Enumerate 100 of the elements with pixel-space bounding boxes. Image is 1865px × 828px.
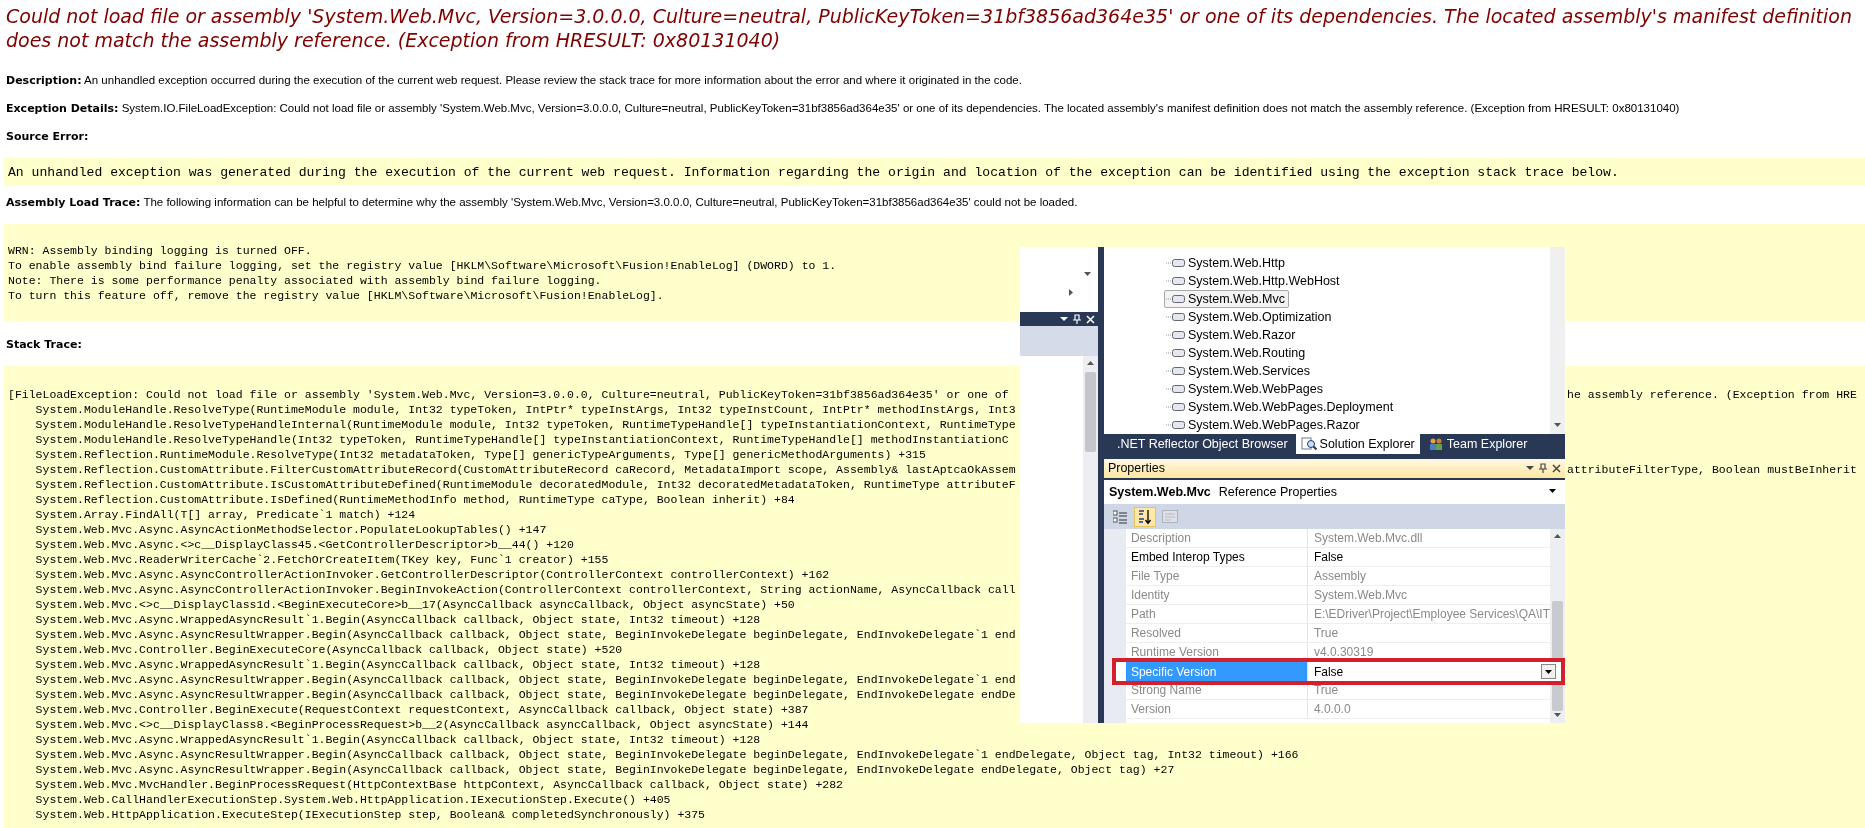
property-name[interactable]: Identity — [1125, 586, 1308, 604]
stack-trace-line: [FileLoadException: Could not load file or assembly 'System.Web.Mvc, Version=3.0.0.0, Culture=neutral, PublicKeyToken=31bf3856ad364e35' or one of — [8, 387, 1009, 402]
tree-item[interactable]: System.Web.WebPages — [1163, 380, 1327, 398]
property-value[interactable]: System.Web.Mvc.dll — [1307, 529, 1550, 547]
reference-icon — [1165, 347, 1186, 359]
stack-trace-line: System.Web.Mvc.Async.AsyncResultWrapper.Begin(AsyncCallback callback, Object state, BeginInvokeDelegate beginDelegate, EndInvokeDelegate endDe — [35, 687, 1016, 702]
object-selector[interactable]: System.Web.Mvc Reference Properties — [1103, 479, 1565, 505]
stack-trace-line: System.Reflection.CustomAttribute.FilterCustomAttributeRecord(CustomAttributeRecord caRecord, MetadataImport scope, Assembly& lastAptcaOkAssem — [35, 462, 1016, 477]
stack-trace-line: he assembly reference. (Exception from HRE — [1567, 387, 1858, 402]
tree-item[interactable]: System.Web.Http — [1163, 254, 1289, 272]
reference-icon — [1165, 257, 1186, 269]
scrollbar[interactable] — [1550, 247, 1565, 434]
stack-trace-line: System.Web.Mvc.Controller.BeginExecute(RequestContext requestContext, AsyncCallback callback, Object state) +387 — [35, 702, 809, 717]
stack-trace-line: System.Web.Mvc.Controller.BeginExecuteCore(AsyncCallback callback, Object state) +520 — [35, 642, 623, 657]
property-name[interactable]: Embed Interop Types — [1125, 548, 1308, 566]
property-value[interactable]: System.Web.Mvc — [1307, 586, 1550, 604]
stack-trace-line: System.Web.Mvc.Async.WrappedAsyncResult`1.Begin(AsyncCallback callback, Object state, Int32 timeout) +128 — [35, 657, 761, 672]
property-name[interactable]: Path — [1125, 605, 1308, 623]
scroll-down-arrow-icon[interactable] — [1553, 711, 1562, 720]
property-name[interactable]: File Type — [1125, 567, 1308, 585]
toolbar-button[interactable] — [1133, 506, 1156, 527]
tree-item[interactable]: System.Web.Razor — [1163, 326, 1300, 344]
scroll-down-arrow-icon[interactable] — [1083, 270, 1093, 279]
magnifier-icon — [1300, 436, 1317, 451]
log-line: To turn this feature off, remove the registry value [HKLM\Software\Microsoft\Fusion!EnableLog]. — [8, 288, 664, 303]
tree-item[interactable]: System.Web.WebPages.Deployment — [1163, 398, 1398, 416]
stack-trace-line: System.Web.Mvc.Async.WrappedAsyncResult`1.Begin(AsyncCallback callback, Object state, Int32 timeout) +128 — [35, 732, 761, 747]
property-value[interactable]: True — [1307, 681, 1550, 699]
stack-trace-line: System.Web.Mvc.Async.AsyncResultWrapper.Begin(AsyncCallback callback, Object state, BeginInvokeDelegate beginDelegate, EndInvokeDelegate`1 endDelegate, Object tag, Int32 timeout) +166 — [35, 747, 1299, 762]
reference-icon — [1165, 275, 1186, 287]
stack-trace-line: System.Reflection.CustomAttribute.IsDefined(RuntimeMethodInfo method, RuntimeType caType, Boolean inherit) +84 — [35, 492, 795, 507]
stack-trace-line: System.Array.FindAll(T[] array, Predicate`1 match) +124 — [35, 507, 416, 522]
categorized-list-icon — [1112, 509, 1127, 524]
error-title: Could not load file or assembly 'System.Web.Mvc, Version=3.0.0.0, Culture=neutral, PublicKeyToken=31bf3856ad364e35' or one of its dependencies. The located assembly's manifest definition does not match the assembly reference. (Exception from HRESULT: 0x80131040) — [6, 4, 1853, 52]
scroll-up-arrow-icon[interactable] — [1553, 532, 1562, 541]
reference-icon — [1165, 311, 1186, 323]
stack-trace-line: System.ModuleHandle.ResolveTypeHandleInternal(RuntimeModule module, Int32 typeToken, RuntimeTypeHandle[] typeInstantiationContext, RuntimeType — [35, 417, 1016, 432]
reference-icon — [1165, 401, 1186, 413]
stack-trace-line: System.Web.Mvc.Async.WrappedAsyncResult`1.Begin(AsyncCallback callback, Object state, Int32 timeout) +128 — [35, 612, 761, 627]
stack-trace-line: System.Web.Mvc.Async.AsyncResultWrapper.Begin(AsyncCallback callback, Object state, BeginInvokeDelegate beginDelegate, EndInvokeDelegate`1 end — [35, 672, 1016, 687]
property-value[interactable]: v4.0.30319 — [1307, 643, 1550, 661]
dropdown-button[interactable] — [1541, 664, 1556, 679]
tree-item[interactable]: System.Web.Services — [1163, 362, 1314, 380]
reference-icon — [1165, 365, 1186, 377]
people-icon — [1427, 436, 1444, 451]
stack-trace-line: System.Web.Mvc.Async.<>c__DisplayClass45.<GetControllerDescriptor>b__44() +120 — [35, 537, 574, 552]
panel-tab[interactable]: .NET Reflector Object Browser — [1111, 434, 1293, 454]
log-line: To enable assembly bind failure logging, set the registry value [HKLM\Software\Microsoft\Fusion!EnableLog] (DWORD) to 1. — [8, 258, 837, 273]
stack-trace-line: System.ModuleHandle.ResolveType(RuntimeModule module, Int32 typeToken, IntPtr* typeInstArgs, Int32 typeInstCount, IntPtr* methodInstArgs, Int3 — [35, 402, 1016, 417]
reference-icon — [1165, 419, 1186, 431]
scrollbar-thumb[interactable] — [1085, 372, 1097, 452]
tree-item[interactable]: System.Web.Mvc — [1163, 290, 1289, 308]
stack-trace-line: attributeFilterType, Boolean mustBeInherit — [1567, 462, 1858, 477]
scroll-down-arrow-icon[interactable] — [1553, 421, 1562, 430]
dropdown-icon[interactable] — [1060, 315, 1069, 323]
tree-item[interactable]: System.Web.Routing — [1163, 344, 1310, 362]
property-name[interactable]: Description — [1125, 529, 1308, 547]
sort-icon — [1137, 508, 1152, 525]
property-name[interactable]: Version — [1125, 700, 1308, 718]
stack-trace-line: System.Web.Mvc.ReaderWriterCache`2.FetchOrCreateItem(TKey key, Func`1 creator) +155 — [35, 552, 609, 567]
property-name[interactable]: Strong Name — [1125, 681, 1308, 699]
detail-text: Description: An unhandled exception occurred during the execution of the current web request. Please review the stack trace for more information about the error and where it originated in the code. — [6, 73, 1023, 87]
stack-trace-line: System.Web.Mvc.<>c__DisplayClass1d.<BeginExecuteCore>b__17(AsyncCallback asyncCallback, Object asyncState) +50 — [35, 597, 795, 612]
property-value[interactable]: False — [1307, 548, 1550, 566]
section-heading: Source Error: — [6, 130, 89, 144]
property-name[interactable]: Resolved — [1125, 624, 1308, 642]
reference-icon — [1165, 329, 1186, 341]
panel-tab[interactable]: Team Explorer — [1422, 434, 1533, 454]
property-value[interactable]: 4.0.0.0 — [1307, 700, 1550, 718]
reference-icon — [1165, 383, 1186, 395]
property-value[interactable]: False — [1307, 662, 1561, 681]
stack-trace-line: System.Web.Mvc.Async.AsyncControllerActionInvoker.BeginInvokeAction(ControllerContext controllerContext, String actionName, AsyncCallback call — [35, 582, 1016, 597]
reference-icon — [1165, 293, 1186, 305]
stack-trace-line: System.ModuleHandle.ResolveTypeHandle(Int32 typeToken, RuntimeTypeHandle[] typeInstantiationContext, RuntimeTypeHandle[] methodInstantiationC — [35, 432, 1009, 447]
stack-trace-line: System.Web.Mvc.Async.AsyncActionMethodSelector.PopulateLookupTables() +147 — [35, 522, 547, 537]
panel-title: Properties — [1107, 461, 1165, 476]
property-value[interactable]: True — [1307, 624, 1550, 642]
dropdown-arrow-icon — [1545, 669, 1552, 674]
property-value[interactable]: E:\EDriver\Project\Employee Services\QA\IT — [1307, 605, 1550, 623]
tree-item[interactable]: System.Web.WebPages.Razor — [1163, 416, 1364, 434]
assembly-load-trace-text: Assembly Load Trace: The following information can be helpful to determine why the assembly 'System.Web.Mvc, Version=3.0.0.0, Culture=neutral, PublicKeyToken=31bf3856ad364e35' could not be loaded. — [6, 195, 1079, 209]
close-icon[interactable] — [1552, 463, 1561, 473]
scrollbar[interactable] — [1083, 356, 1099, 723]
section-heading: Stack Trace: — [6, 338, 82, 352]
dropdown-icon[interactable] — [1526, 464, 1534, 473]
stack-trace-line: System.Web.Mvc.Async.AsyncResultWrapper.Begin(AsyncCallback callback, Object state, BeginInvokeDelegate beginDelegate, EndInvokeDelegate endDelegate, Object tag) +27 — [35, 762, 1175, 777]
scrollbar-thumb[interactable] — [1552, 601, 1563, 711]
panel-tab[interactable]: Solution Explorer — [1295, 434, 1420, 454]
tree-item[interactable]: System.Web.Optimization — [1163, 308, 1336, 326]
log-line: Note: There is some performance penalty associated with assembly bind failure logging. — [8, 273, 602, 288]
pin-icon[interactable] — [1539, 463, 1547, 474]
stack-trace-line: System.Web.Mvc.Async.AsyncResultWrapper.Begin(AsyncCallback callback, Object state, BeginInvokeDelegate beginDelegate, EndInvokeDelegate`1 end — [35, 627, 1016, 642]
log-line: WRN: Assembly binding logging is turned OFF. — [8, 243, 312, 258]
stack-trace-line: System.Web.Mvc.MvcHandler.BeginProcessRequest(HttpContextBase httpContext, AsyncCallback callback, Object state) +282 — [35, 777, 844, 792]
scroll-up-arrow-icon[interactable] — [1086, 359, 1096, 368]
property-pages-icon — [1161, 510, 1178, 524]
property-value[interactable]: Assembly — [1307, 567, 1550, 585]
tree-item[interactable]: System.Web.Http.WebHost — [1163, 272, 1344, 290]
detail-text: Exception Details: System.IO.FileLoadException: Could not load file or assembly 'System.Web.Mvc, Version=3.0.0.0, Culture=neutral, PublicKeyToken=31bf3856ad364e35' or one of its dependencies. The located assembly's manifest definition does not match the assembly reference. (Exception from HRESULT: 0x80131040) — [6, 101, 1681, 115]
stack-trace-line: System.Web.HttpApplication.ExecuteStep(IExecutionStep step, Boolean& completedSynchronously) +375 — [35, 807, 705, 822]
